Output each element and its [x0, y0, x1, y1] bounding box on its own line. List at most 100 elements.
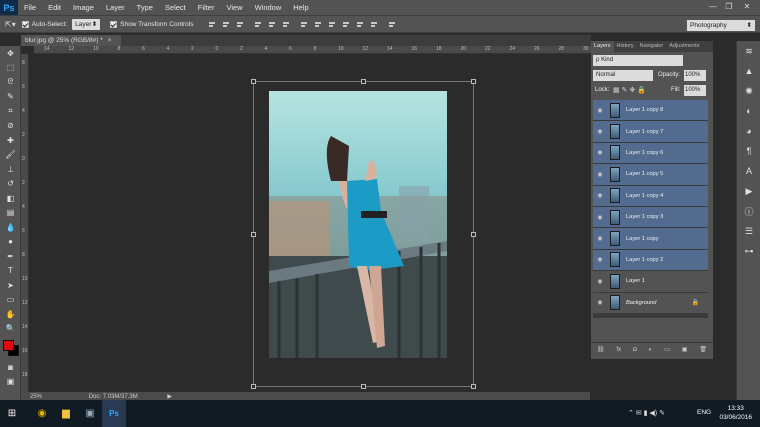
actions-icon[interactable]: ▶: [737, 181, 760, 201]
shape-tool-icon[interactable]: ▭: [0, 293, 21, 308]
channels-icon[interactable]: ☰: [737, 221, 760, 241]
transform-handle-bl[interactable]: [251, 384, 256, 389]
align-hcenter-icon[interactable]: [267, 19, 278, 29]
path-select-tool-icon[interactable]: ➤: [0, 278, 21, 293]
eye-icon[interactable]: ◉: [593, 278, 607, 285]
align-right-icon[interactable]: [281, 19, 292, 29]
info-icon[interactable]: ⓘ: [737, 201, 760, 221]
workspace-switcher[interactable]: Photography ⬍: [687, 20, 755, 31]
align-left-icon[interactable]: [253, 19, 264, 29]
clone-stamp-tool-icon[interactable]: ⊥: [0, 162, 21, 177]
windows-start-icon[interactable]: ⊞: [0, 400, 24, 427]
tab-layers[interactable]: Layers: [591, 41, 614, 52]
layer-row[interactable]: ◉ Layer 1 copy: [593, 228, 708, 250]
styles-icon[interactable]: ◕: [737, 121, 760, 141]
transform-controls-checkbox[interactable]: [110, 20, 118, 28]
gradient-tool-icon[interactable]: ▤: [0, 206, 21, 221]
menu-help[interactable]: Help: [287, 3, 314, 12]
language-indicator[interactable]: ENG: [697, 409, 711, 416]
transform-bounding-box[interactable]: [251, 79, 476, 389]
menu-select[interactable]: Select: [159, 3, 192, 12]
adjustments-icon[interactable]: ◐: [737, 101, 760, 121]
distribute-top-icon[interactable]: [299, 19, 310, 29]
type-tool-icon[interactable]: T: [0, 264, 21, 279]
distribute-hcenter-icon[interactable]: [355, 19, 366, 29]
layer-row[interactable]: ◉ Layer 1 copy 6: [593, 142, 708, 165]
distribute-vcenter-icon[interactable]: [313, 19, 324, 29]
healing-brush-tool-icon[interactable]: ✚: [0, 133, 21, 148]
lock-icons[interactable]: ▦ ✎ ✥ 🔒: [613, 86, 646, 94]
adjustment-layer-icon[interactable]: ◐: [649, 347, 653, 353]
transform-handle-bottom[interactable]: [361, 384, 366, 389]
distribute-bottom-icon[interactable]: [327, 19, 338, 29]
menu-image[interactable]: Image: [67, 3, 100, 12]
distribute-left-icon[interactable]: [341, 19, 352, 29]
quick-mask-icon[interactable]: ◙: [0, 360, 21, 375]
dodge-tool-icon[interactable]: ●: [0, 235, 21, 250]
add-mask-icon[interactable]: ◘: [633, 347, 637, 353]
tab-adjustments[interactable]: Adjustments: [666, 41, 702, 52]
brush-tool-icon[interactable]: 🖌: [0, 148, 21, 163]
eye-icon[interactable]: ◉: [593, 107, 607, 114]
delete-layer-icon[interactable]: 🗑: [699, 346, 707, 353]
layer-row[interactable]: ◉ Layer 1 copy 2: [593, 249, 708, 272]
align-bottom-icon[interactable]: [235, 19, 246, 29]
eye-icon[interactable]: ◉: [593, 171, 607, 178]
blend-mode-dropdown[interactable]: Normal: [593, 70, 653, 81]
layer-row[interactable]: ◉ Layer 1 copy 8: [593, 100, 708, 122]
pen-tool-icon[interactable]: ✒: [0, 249, 21, 264]
hand-tool-icon[interactable]: ✋: [0, 307, 21, 322]
transform-handle-left[interactable]: [251, 232, 256, 237]
transform-handle-tr[interactable]: [471, 79, 476, 84]
eye-icon[interactable]: ◉: [593, 299, 607, 306]
eye-icon[interactable]: ◉: [593, 256, 607, 263]
menu-layer[interactable]: Layer: [100, 3, 131, 12]
layer-row[interactable]: ◉ Layer 1 copy 4: [593, 185, 708, 207]
paths-icon[interactable]: ⊶: [737, 241, 760, 261]
menu-filter[interactable]: Filter: [192, 3, 221, 12]
photoshop-taskbar-icon[interactable]: Ps: [102, 400, 126, 427]
new-layer-icon[interactable]: ▣: [682, 346, 688, 353]
menu-edit[interactable]: Edit: [42, 3, 67, 12]
eye-icon[interactable]: ◉: [593, 128, 607, 135]
auto-align-icon[interactable]: [387, 19, 398, 29]
layer-row[interactable]: ◉ Layer 1: [593, 271, 708, 293]
history-brush-tool-icon[interactable]: ↺: [0, 177, 21, 192]
auto-select-checkbox[interactable]: [21, 20, 29, 28]
new-group-icon[interactable]: ▭: [664, 346, 670, 353]
transform-handle-br[interactable]: [471, 384, 476, 389]
align-vcenter-icon[interactable]: [221, 19, 232, 29]
lasso-tool-icon[interactable]: ᘓ: [0, 75, 21, 90]
character-icon[interactable]: A: [737, 161, 760, 181]
transform-handle-tl[interactable]: [251, 79, 256, 84]
layer-row[interactable]: ◉ Background 🔒: [593, 292, 708, 314]
layer-row[interactable]: ◉ Layer 1 copy 5: [593, 164, 708, 186]
menu-view[interactable]: View: [220, 3, 248, 12]
restore-button[interactable]: ❐: [723, 2, 735, 12]
eraser-tool-icon[interactable]: ◧: [0, 191, 21, 206]
fill-field[interactable]: 100%: [684, 85, 706, 96]
screen-mode-icon[interactable]: ▣: [0, 375, 21, 390]
quick-select-tool-icon[interactable]: ✎: [0, 90, 21, 105]
tab-history[interactable]: History: [614, 41, 637, 52]
eyedropper-tool-icon[interactable]: ⊘: [0, 119, 21, 134]
menu-file[interactable]: File: [18, 3, 42, 12]
distribute-right-icon[interactable]: [369, 19, 380, 29]
eye-icon[interactable]: ◉: [593, 235, 607, 242]
eye-icon[interactable]: ◉: [593, 214, 607, 221]
tab-navigator[interactable]: Navigator: [637, 41, 667, 52]
move-tool-icon[interactable]: ✥: [0, 46, 21, 61]
brush-presets-icon[interactable]: ▲: [737, 61, 760, 81]
move-tool-preset-icon[interactable]: ⇱▾: [5, 20, 16, 29]
chrome-icon[interactable]: ◉: [30, 400, 54, 427]
document-tab[interactable]: blur.jpg @ 25% (RGB/8#) * ×: [21, 35, 121, 46]
opacity-field[interactable]: 100%: [684, 70, 706, 81]
menu-window[interactable]: Window: [249, 3, 288, 12]
file-explorer-icon[interactable]: ▆: [54, 400, 78, 427]
taskbar-clock[interactable]: 13:33 03/06/2016: [719, 404, 752, 422]
crop-tool-icon[interactable]: ⌗: [0, 104, 21, 119]
align-top-icon[interactable]: [207, 19, 218, 29]
link-layers-icon[interactable]: ⛓: [597, 346, 605, 353]
marquee-tool-icon[interactable]: ⬚: [0, 61, 21, 76]
eye-icon[interactable]: ◉: [593, 149, 607, 156]
